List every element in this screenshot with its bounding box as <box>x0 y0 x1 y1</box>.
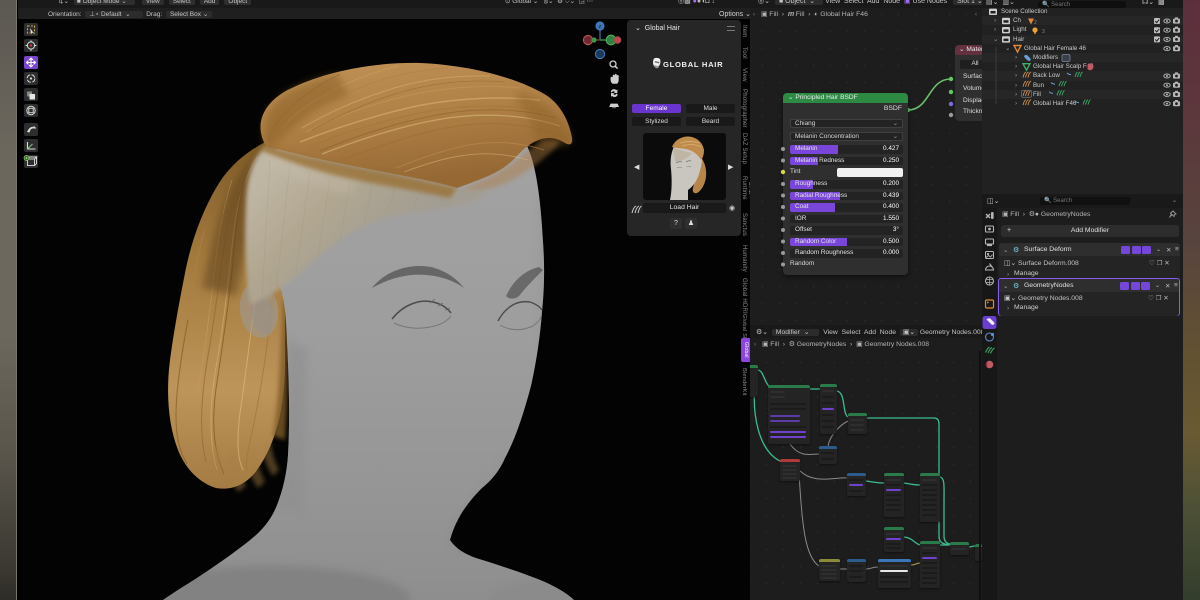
svg-text:GLOBAL HAIR: GLOBAL HAIR <box>663 60 723 69</box>
svg-text:z: z <box>599 24 602 30</box>
